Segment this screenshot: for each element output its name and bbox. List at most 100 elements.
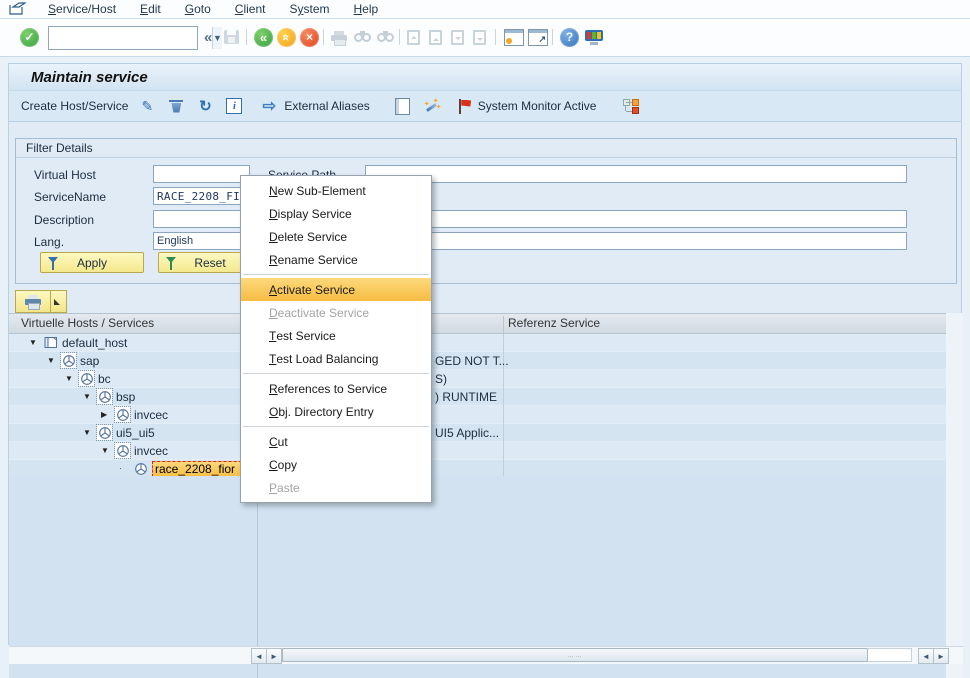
page-up-icon[interactable] <box>429 27 442 47</box>
menu-item[interactable]: Goto <box>173 1 223 17</box>
create-host-service-button[interactable]: Create Host/Service <box>21 99 128 113</box>
reference-service-input[interactable] <box>365 232 907 250</box>
command-dropdown-icon[interactable]: ▼ <box>212 27 222 49</box>
back-icon[interactable]: « <box>254 27 273 47</box>
context-menu-item[interactable]: Display Service <box>241 202 431 225</box>
context-menu-item[interactable]: Paste <box>241 476 431 499</box>
menu-item[interactable]: Help <box>342 1 391 17</box>
context-menu-item[interactable]: Copy <box>241 453 431 476</box>
context-menu-item[interactable]: Rename Service <box>241 248 431 271</box>
context-menu-item[interactable]: Activate Service <box>241 278 431 301</box>
column-separator <box>503 406 504 424</box>
wizard-icon[interactable]: ✦✦✦ <box>422 97 442 115</box>
expander-icon[interactable]: ▼ <box>47 356 61 365</box>
tree-row[interactable]: ▶ invcec <box>9 406 946 424</box>
external-aliases-arrow-icon[interactable]: ⇨ <box>259 97 279 115</box>
node-description: GED NOT T... <box>435 354 509 368</box>
apply-funnel-icon <box>48 257 58 263</box>
tree-node-label[interactable]: invcec <box>134 408 168 422</box>
tree-node-label[interactable]: invcec <box>134 444 168 458</box>
service-icon <box>61 353 76 368</box>
tree-node-label[interactable]: ui5_ui5 <box>116 426 155 440</box>
column-divider[interactable] <box>503 316 504 333</box>
tree-node-label[interactable]: default_host <box>62 336 127 350</box>
notebook-icon[interactable] <box>393 97 413 115</box>
expander-icon[interactable]: ▼ <box>83 428 97 437</box>
tree-node-label[interactable]: race_2208_fior <box>152 461 252 477</box>
red-flag-icon <box>455 97 475 115</box>
tree-row[interactable]: ▼ ui5_ui5 UI5 Applic... <box>9 424 946 442</box>
display-change-icon[interactable]: ✎ <box>137 97 157 115</box>
context-menu-item[interactable]: New Sub-Element <box>241 179 431 202</box>
create-shortcut-icon[interactable]: ↗ <box>528 27 548 47</box>
tree-row[interactable]: ▼ invcec <box>9 442 946 460</box>
first-page-icon[interactable] <box>407 27 420 47</box>
scroll-left-button-right-pane[interactable]: ◄ <box>918 648 934 664</box>
expander-icon[interactable]: ▶ <box>101 410 115 419</box>
toolbar-separator <box>552 29 553 45</box>
context-menu-item[interactable]: References to Service <box>241 377 431 400</box>
expander-icon[interactable]: · <box>119 464 133 473</box>
sapgui-system-icon[interactable] <box>9 2 26 15</box>
info-icon[interactable]: i <box>224 97 244 115</box>
tree-row[interactable]: ▼ default_host <box>9 334 946 352</box>
refresh-icon[interactable]: ↻ <box>195 97 215 115</box>
new-session-icon[interactable] <box>504 27 524 47</box>
print-button[interactable] <box>15 290 51 313</box>
context-menu-item[interactable]: Deactivate Service <box>241 301 431 324</box>
context-menu-item[interactable]: Obj. Directory Entry <box>241 400 431 423</box>
expander-icon[interactable]: ▼ <box>83 392 97 401</box>
tree-row[interactable]: ▼ bc S) <box>9 370 946 388</box>
apply-button[interactable]: Apply <box>40 252 144 273</box>
up-icon[interactable]: « <box>277 27 296 47</box>
context-menu-item[interactable]: Test Service <box>241 324 431 347</box>
exit-icon[interactable]: × <box>300 27 319 47</box>
save-icon[interactable] <box>224 27 239 47</box>
context-menu-separator <box>243 426 429 427</box>
standard-toolbar: ✓ ▼ « « « × ↗ ? <box>0 19 970 57</box>
scroll-right-button-right-pane[interactable]: ► <box>933 648 949 664</box>
tree-node-label[interactable]: bsp <box>116 390 135 404</box>
enter-button[interactable]: ✓ <box>20 27 39 47</box>
scrollbar-thumb[interactable]: …… <box>282 648 868 662</box>
help-icon[interactable]: ? <box>560 27 579 47</box>
customize-layout-icon[interactable] <box>585 27 603 47</box>
tree-row[interactable]: ▼ sap GED NOT T... <box>9 352 946 370</box>
hierarchy-maintenance-icon[interactable] <box>621 97 641 115</box>
external-aliases-button[interactable]: External Aliases <box>284 99 369 113</box>
context-menu-item[interactable]: Test Load Balancing <box>241 347 431 370</box>
context-menu-item[interactable]: Cut <box>241 430 431 453</box>
menu-item[interactable]: Client <box>223 1 278 17</box>
expander-icon[interactable]: ▼ <box>65 374 79 383</box>
toolbar-separator <box>246 29 247 45</box>
find-next-icon[interactable] <box>377 27 394 47</box>
menu-item[interactable]: Service/Host <box>36 1 128 17</box>
virtual-host-input[interactable] <box>153 165 250 183</box>
system-monitor-active-label: System Monitor Active <box>478 99 597 113</box>
context-menu-item[interactable]: Delete Service <box>241 225 431 248</box>
print-dropdown-button[interactable] <box>50 290 67 313</box>
column-header-referenz-service[interactable]: Referenz Service <box>508 316 600 330</box>
print-icon[interactable] <box>331 27 347 47</box>
find-icon[interactable] <box>354 27 371 47</box>
command-field[interactable]: ▼ <box>48 26 198 50</box>
command-input[interactable] <box>49 27 212 49</box>
page-down-icon[interactable] <box>451 27 464 47</box>
delete-icon[interactable] <box>166 97 186 115</box>
last-page-icon[interactable] <box>473 27 486 47</box>
filter-details-panel: Filter Details Virtual Host Service Path… <box>15 138 957 284</box>
tree-node-label[interactable]: bc <box>98 372 111 386</box>
tree-node-label[interactable]: sap <box>80 354 99 368</box>
tree-row[interactable]: ▼ bsp ) RUNTIME <box>9 388 946 406</box>
menu-bar: Service/Host Edit Goto Client System Hel… <box>0 0 970 19</box>
service-path-input[interactable] <box>365 165 907 183</box>
expander-icon[interactable]: ▼ <box>29 338 43 347</box>
menu-item[interactable]: System <box>277 1 341 17</box>
expander-icon[interactable]: ▼ <box>101 446 115 455</box>
menu-item[interactable]: Edit <box>128 1 173 17</box>
column-header-hosts-services[interactable]: Virtuelle Hosts / Services <box>21 316 154 330</box>
scroll-left-button[interactable]: ◄ <box>251 648 267 664</box>
service-icon <box>115 443 130 458</box>
scroll-right-button[interactable]: ► <box>266 648 282 664</box>
collapse-toolbar-icon[interactable]: « <box>204 27 212 47</box>
